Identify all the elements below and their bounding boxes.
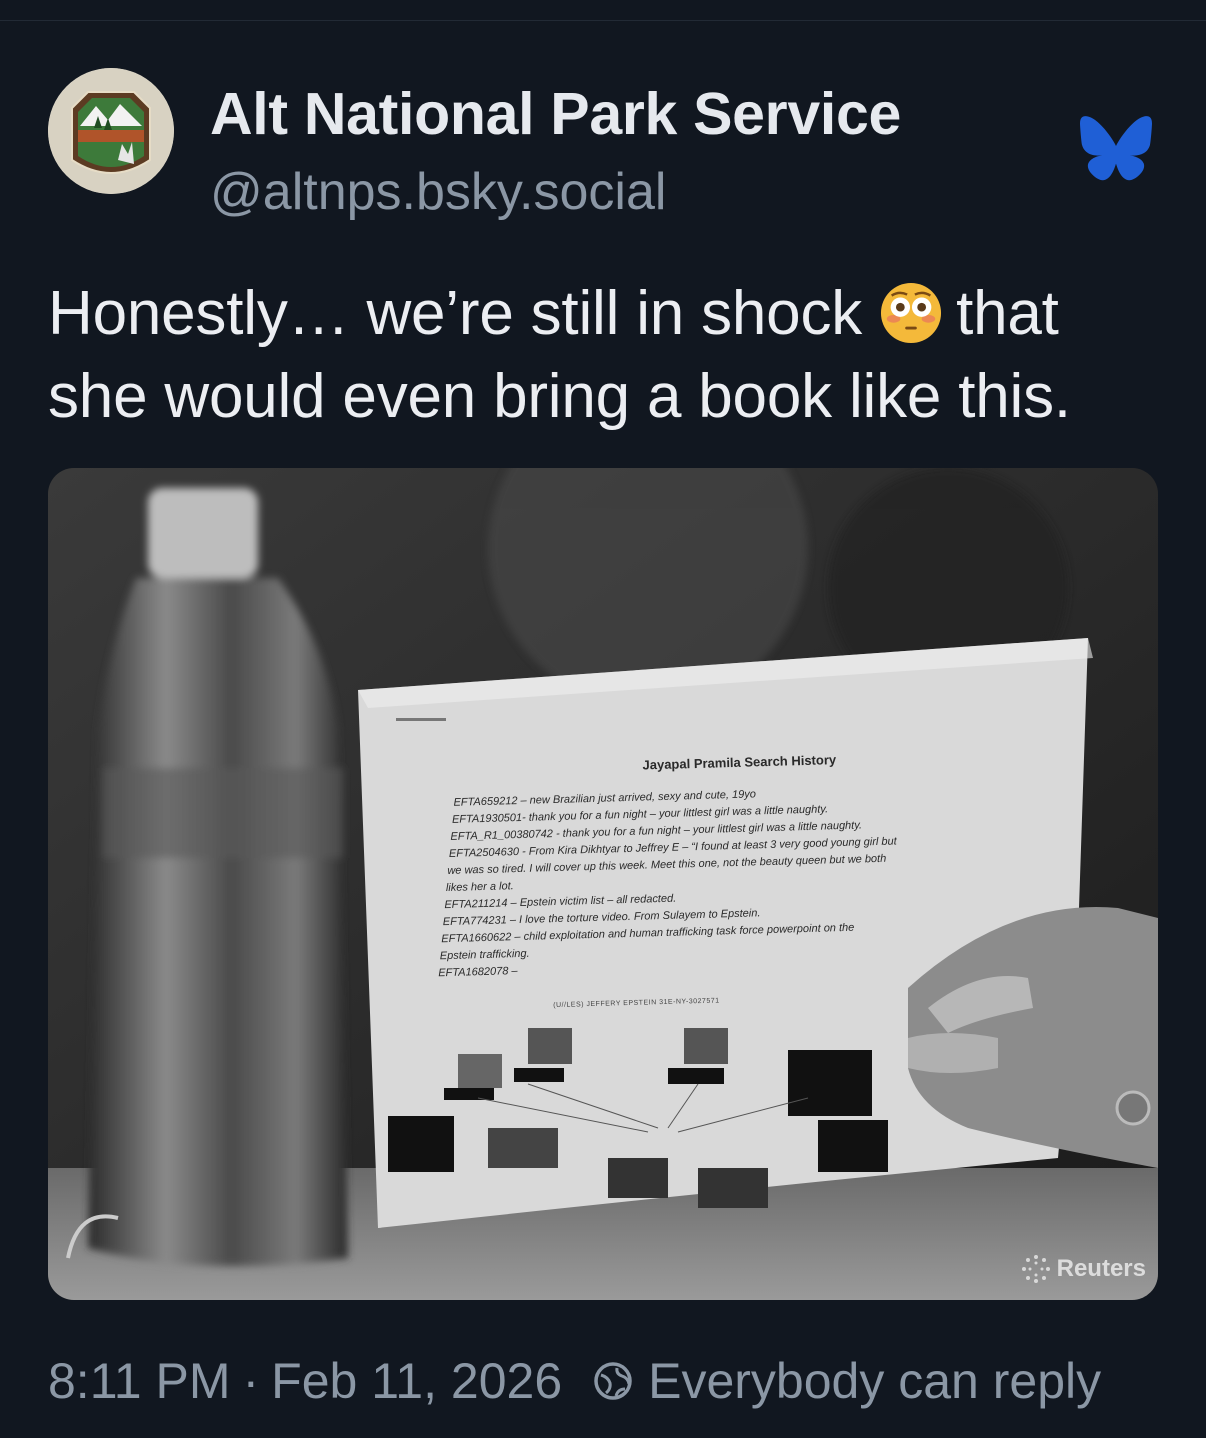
separator: ·: [242, 1353, 260, 1409]
top-divider: [0, 20, 1206, 21]
document-line: EFTA211214 – Epstein victim list – all r…: [444, 892, 677, 912]
post-image[interactable]: Jayapal Pramila Search History EFTA65921…: [48, 468, 1158, 1300]
post-footer: 8:11 PM · Feb 11, 2026 Everybody can rep…: [48, 1352, 1101, 1410]
post-text-part-1: Honestly… we’re still in shock: [48, 279, 863, 348]
document-title: Jayapal Pramila Search History: [642, 752, 837, 773]
post-date[interactable]: Feb 11, 2026: [271, 1352, 562, 1410]
document-text: Jayapal Pramila Search History EFTA65921…: [48, 468, 1158, 1300]
flushed-face-emoji: [881, 282, 942, 344]
chart-label: (U//LES) JEFFERY EPSTEIN 31E-NY-3027571: [553, 997, 720, 1010]
author-avatar[interactable]: [48, 68, 174, 194]
author-handle[interactable]: @altnps.bsky.social: [210, 162, 666, 222]
reply-setting[interactable]: Everybody can reply: [648, 1352, 1101, 1410]
reuters-logo-icon: [1021, 1255, 1050, 1283]
globe-icon: [594, 1362, 632, 1400]
document-line: EFTA1682078 –: [438, 965, 518, 980]
photo-credit-text: Reuters: [1056, 1255, 1146, 1282]
butterfly-icon: [1080, 116, 1152, 181]
author-display-name[interactable]: Alt National Park Service: [210, 80, 901, 148]
photo-credit: Reuters: [1021, 1254, 1146, 1284]
post-time[interactable]: 8:11 PM: [48, 1352, 231, 1410]
document-line: likes her a lot.: [445, 880, 514, 895]
document-line: Epstein trafficking.: [439, 947, 530, 963]
post-text: Honestly… we’re still in shock that she …: [48, 272, 1168, 438]
